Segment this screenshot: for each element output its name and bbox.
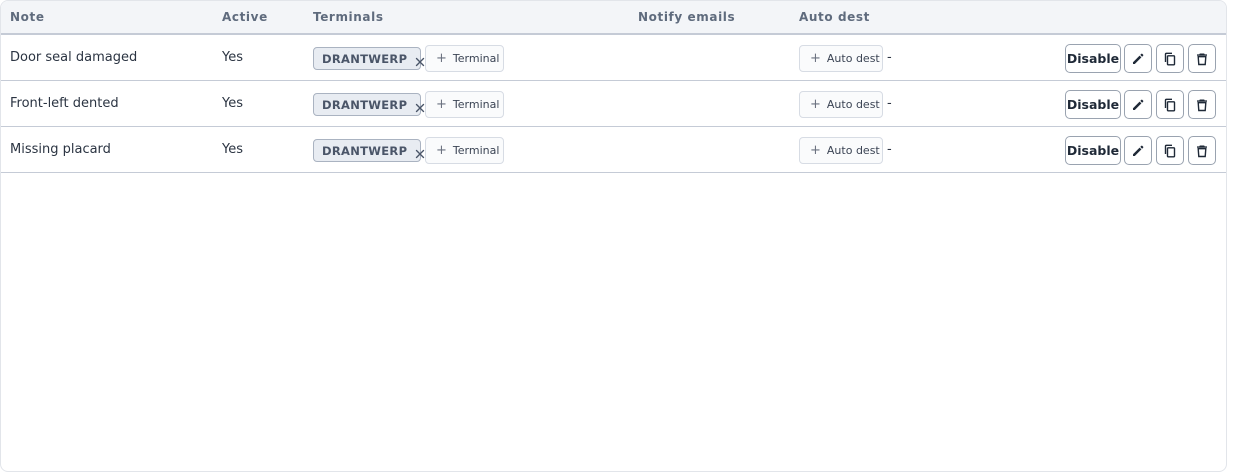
active-cell: Yes: [222, 142, 243, 157]
column-header-active[interactable]: Active: [222, 10, 268, 24]
terminal-chip-label: DRANTWERP: [322, 97, 408, 112]
pencil-icon: [1133, 99, 1144, 110]
column-header-auto-dest[interactable]: Auto dest: [799, 10, 870, 24]
column-header-note[interactable]: Note: [10, 10, 45, 24]
column-header-terminals[interactable]: Terminals: [313, 10, 384, 24]
edit-button[interactable]: [1124, 136, 1152, 165]
table-header: Note Active Terminals Notify emails Auto…: [1, 1, 1226, 35]
auto-dest-value: -: [887, 142, 892, 157]
duplicate-button[interactable]: [1156, 136, 1184, 165]
trash-icon: [1197, 99, 1207, 111]
auto-dest-value: -: [887, 96, 892, 111]
terminal-chip-label: DRANTWERP: [322, 51, 408, 66]
add-terminal-button[interactable]: + Terminal: [425, 45, 504, 72]
edit-button[interactable]: [1124, 90, 1152, 119]
add-terminal-label: Terminal: [452, 98, 500, 111]
plus-icon: +: [436, 143, 447, 158]
note-cell: Door seal damaged: [10, 50, 138, 65]
auto-dest-value: -: [887, 50, 892, 65]
add-auto-dest-button[interactable]: + Auto dest: [799, 91, 883, 118]
active-cell: Yes: [222, 96, 243, 111]
add-terminal-label: Terminal: [452, 52, 500, 65]
add-auto-dest-label: Auto dest: [826, 52, 880, 65]
pencil-icon: [1133, 145, 1144, 156]
add-terminal-button[interactable]: + Terminal: [425, 137, 504, 164]
trash-icon: [1197, 145, 1207, 157]
add-auto-dest-button[interactable]: + Auto dest: [799, 45, 883, 72]
table-row: Door seal damaged Yes DRANTWERP + Termin…: [1, 35, 1226, 81]
edit-button[interactable]: [1124, 44, 1152, 73]
plus-icon: +: [810, 143, 821, 158]
table-row: Missing placard Yes DRANTWERP + Terminal…: [1, 127, 1226, 173]
copy-icon: [1164, 144, 1176, 157]
note-cell: Front-left dented: [10, 96, 119, 111]
column-header-notify-emails[interactable]: Notify emails: [638, 10, 735, 24]
disable-button[interactable]: Disable: [1065, 90, 1121, 119]
delete-button[interactable]: [1188, 44, 1216, 73]
terminal-chip: DRANTWERP: [313, 47, 425, 70]
add-auto-dest-button[interactable]: + Auto dest: [799, 137, 883, 164]
plus-icon: +: [436, 51, 447, 66]
active-cell: Yes: [222, 50, 243, 65]
add-terminal-label: Terminal: [452, 144, 500, 157]
table-row: Front-left dented Yes DRANTWERP + Termin…: [1, 81, 1226, 127]
add-auto-dest-label: Auto dest: [826, 98, 880, 111]
terminal-chip-label: DRANTWERP: [322, 143, 408, 158]
terminal-chip: DRANTWERP: [313, 93, 425, 116]
add-terminal-button[interactable]: + Terminal: [425, 91, 504, 118]
terminal-chip: DRANTWERP: [313, 139, 425, 162]
delete-button[interactable]: [1188, 90, 1216, 119]
disable-button[interactable]: Disable: [1065, 136, 1121, 165]
delete-button[interactable]: [1188, 136, 1216, 165]
add-auto-dest-label: Auto dest: [826, 144, 880, 157]
trash-icon: [1197, 53, 1207, 65]
copy-icon: [1164, 98, 1176, 111]
plus-icon: +: [810, 97, 821, 112]
plus-icon: +: [436, 97, 447, 112]
copy-icon: [1164, 52, 1176, 65]
notes-table: Note Active Terminals Notify emails Auto…: [0, 0, 1227, 472]
duplicate-button[interactable]: [1156, 90, 1184, 119]
disable-button[interactable]: Disable: [1065, 44, 1121, 73]
plus-icon: +: [810, 51, 821, 66]
pencil-icon: [1133, 53, 1144, 64]
note-cell: Missing placard: [10, 142, 111, 157]
duplicate-button[interactable]: [1156, 44, 1184, 73]
